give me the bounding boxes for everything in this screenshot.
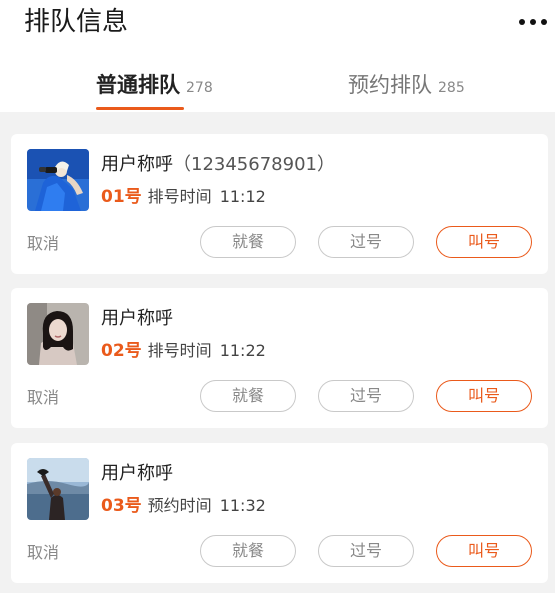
queue-time: 11:12 xyxy=(219,187,266,206)
dot xyxy=(541,19,547,25)
avatar xyxy=(27,303,89,365)
dine-button[interactable]: 就餐 xyxy=(200,226,296,258)
user-phone: （12345678901） xyxy=(173,154,335,175)
tab-normal-queue[interactable]: 普通排队 278 xyxy=(96,68,213,104)
skip-button[interactable]: 过号 xyxy=(318,535,414,567)
tab-count: 278 xyxy=(186,80,213,96)
cancel-link[interactable]: 取消 xyxy=(27,232,59,256)
dine-button[interactable]: 就餐 xyxy=(200,380,296,412)
user-name: 用户称呼（12345678901） xyxy=(101,152,335,178)
queue-info: 01号 排号时间 11:12 xyxy=(101,184,266,210)
avatar xyxy=(27,149,89,211)
queue-info: 03号 预约时间 11:32 xyxy=(101,493,266,519)
queue-card: 用户称呼（12345678901） 01号 排号时间 11:12 取消 就餐 过号 … xyxy=(11,134,548,274)
call-number-button[interactable]: 叫号 xyxy=(436,380,532,412)
tab-label: 普通排队 xyxy=(96,73,180,97)
dot xyxy=(519,19,525,25)
queue-time-label: 排号时间 xyxy=(147,187,212,206)
user-name-text: 用户称呼 xyxy=(101,154,173,175)
queue-info: 02号 排号时间 11:22 xyxy=(101,338,266,364)
header: 排队信息 普通排队 278 预约排队 285 xyxy=(0,0,555,112)
avatar-photo-lake xyxy=(27,458,89,520)
tab-label: 预约排队 xyxy=(348,73,432,97)
queue-card: 用户称呼 02号 排号时间 11:22 取消 就餐 过号 叫号 xyxy=(11,288,548,428)
queue-number: 02号 xyxy=(101,341,142,361)
active-tab-indicator xyxy=(96,107,184,110)
skip-button[interactable]: 过号 xyxy=(318,380,414,412)
queue-number: 03号 xyxy=(101,496,142,516)
tab-reservation-queue[interactable]: 预约排队 285 xyxy=(348,68,465,104)
queue-time-label: 排号时间 xyxy=(147,341,212,360)
cancel-link[interactable]: 取消 xyxy=(27,386,59,410)
queue-number: 01号 xyxy=(101,187,142,207)
tab-count: 285 xyxy=(438,80,465,96)
avatar xyxy=(27,458,89,520)
dot xyxy=(530,19,536,25)
call-number-button[interactable]: 叫号 xyxy=(436,535,532,567)
user-name: 用户称呼 xyxy=(101,306,173,332)
user-name-text: 用户称呼 xyxy=(101,463,173,484)
queue-time: 11:32 xyxy=(219,496,266,515)
queue-time-label: 预约时间 xyxy=(147,496,212,515)
avatar-photo-binoculars xyxy=(27,149,89,211)
queue-time: 11:22 xyxy=(219,341,266,360)
user-name: 用户称呼 xyxy=(101,461,173,487)
avatar-photo-woman xyxy=(27,303,89,365)
skip-button[interactable]: 过号 xyxy=(318,226,414,258)
cancel-link[interactable]: 取消 xyxy=(27,541,59,565)
dine-button[interactable]: 就餐 xyxy=(200,535,296,567)
user-name-text: 用户称呼 xyxy=(101,308,173,329)
page-title: 排队信息 xyxy=(24,7,129,37)
more-dots-icon[interactable] xyxy=(519,12,547,32)
call-number-button[interactable]: 叫号 xyxy=(436,226,532,258)
queue-card: 用户称呼 03号 预约时间 11:32 取消 就餐 过号 叫号 xyxy=(11,443,548,583)
